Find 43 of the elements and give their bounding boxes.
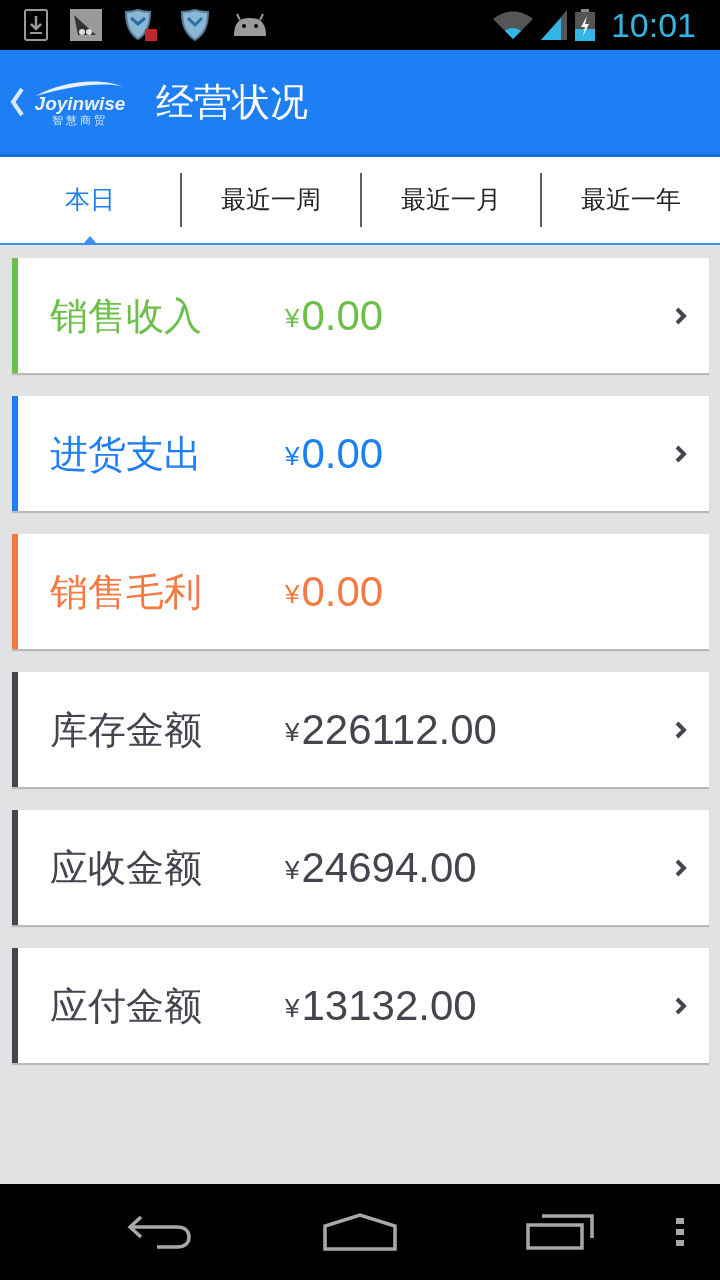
card-label: 应付金额 — [50, 986, 203, 1025]
summary-card[interactable]: 应付金额 ¥13132.00 — [12, 948, 709, 1063]
battery-icon — [574, 9, 595, 41]
signal-icon — [540, 10, 567, 40]
robot-head-icon — [232, 12, 268, 38]
recent-apps-icon — [526, 1214, 594, 1250]
image-icon — [70, 9, 102, 41]
currency-symbol: ¥ — [285, 994, 300, 1021]
card-amount: 0.00 — [301, 432, 384, 475]
back-chevron-icon — [10, 87, 24, 117]
period-tab[interactable]: 本日 — [0, 157, 180, 243]
card-amount: 13132.00 — [301, 984, 477, 1027]
wifi-icon — [492, 11, 533, 39]
currency-symbol: ¥ — [285, 442, 300, 469]
card-label: 库存金额 — [50, 710, 203, 749]
logo-subtitle: 智慧商贸 — [52, 115, 108, 126]
currency-symbol: ¥ — [285, 856, 300, 883]
page-title: 经营状况 — [156, 83, 308, 121]
card-amount: 0.00 — [301, 294, 384, 337]
card-label: 销售毛利 — [50, 572, 203, 611]
period-tab[interactable]: 最近一月 — [362, 157, 540, 243]
back-icon — [127, 1215, 193, 1249]
card-label: 进货支出 — [50, 434, 203, 473]
summary-card[interactable]: 库存金额 ¥226112.00 — [12, 672, 709, 787]
currency-symbol: ¥ — [285, 718, 300, 745]
card-amount: 24694.00 — [301, 846, 477, 889]
shield-icon — [124, 8, 158, 42]
summary-card[interactable]: 进货支出 ¥0.00 — [12, 396, 709, 511]
currency-symbol: ¥ — [285, 580, 300, 607]
home-icon — [323, 1213, 397, 1251]
download-icon — [24, 9, 48, 41]
back-button[interactable] — [10, 87, 24, 117]
overflow-menu-icon — [676, 1218, 684, 1246]
card-amount: 0.00 — [301, 570, 384, 613]
shield-icon — [180, 8, 210, 42]
period-tab[interactable]: 最近一年 — [542, 157, 720, 243]
status-time: 10:01 — [610, 8, 696, 42]
currency-symbol: ¥ — [285, 304, 300, 331]
card-label: 应收金额 — [50, 848, 203, 887]
summary-card[interactable]: 应收金额 ¥24694.00 — [12, 810, 709, 925]
card-label: 销售收入 — [50, 296, 203, 335]
card-amount: 226112.00 — [301, 708, 497, 751]
period-tab[interactable]: 最近一周 — [182, 157, 360, 243]
